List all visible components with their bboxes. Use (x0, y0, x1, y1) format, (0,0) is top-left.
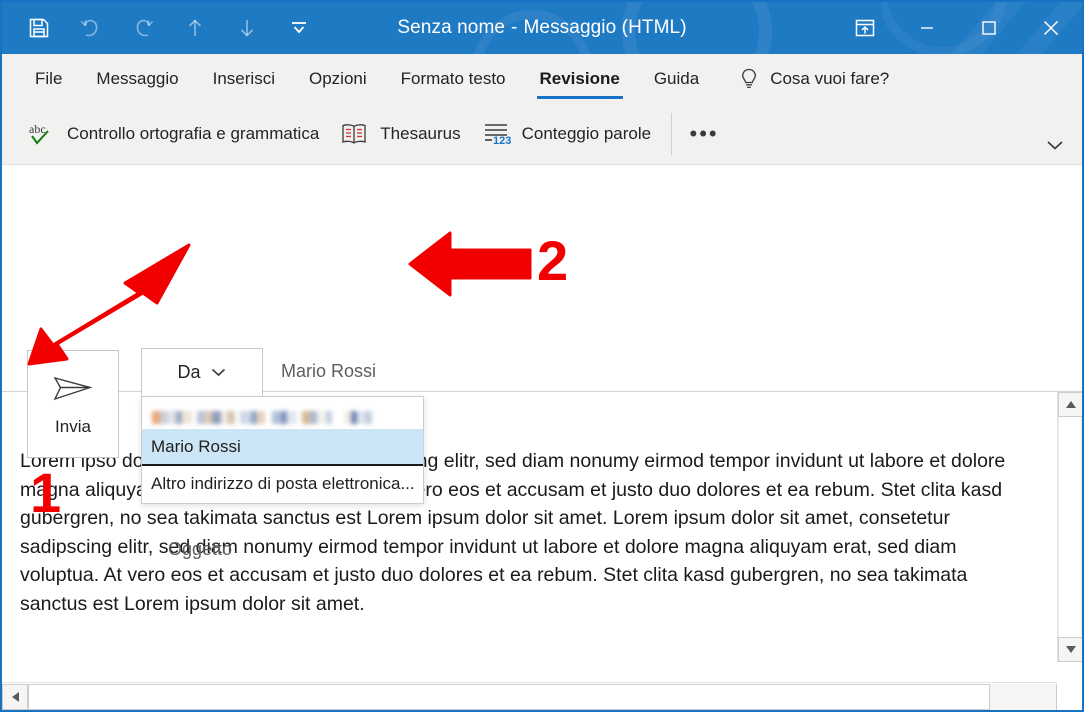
from-dropdown-other-label: Altro indirizzo di posta elettronica... (151, 473, 415, 493)
tab-guida-label: Guida (653, 68, 700, 88)
scroll-down-icon[interactable] (1058, 637, 1082, 662)
tab-formato-testo-label: Formato testo (400, 68, 506, 88)
title-watermark-circle (622, 2, 772, 54)
save-icon[interactable] (24, 12, 54, 44)
tab-inserisci-label: Inserisci (212, 68, 275, 88)
scrollbar-corner (1057, 682, 1082, 710)
tab-inserisci[interactable]: Inserisci (196, 54, 292, 103)
tab-revisione-label: Revisione (539, 68, 620, 88)
from-dropdown-item-redacted[interactable] (142, 397, 423, 429)
redacted-email-pixels (152, 411, 374, 424)
ribbon-collapse-icon[interactable] (1038, 132, 1072, 158)
send-button[interactable]: Invia (27, 350, 119, 458)
tab-formato-testo[interactable]: Formato testo (384, 54, 523, 103)
lightbulb-icon (738, 66, 760, 92)
ribbon-command-bar: abc Controllo ortografia e grammatica Th… (2, 103, 1082, 165)
horizontal-scrollbar[interactable] (2, 682, 1082, 710)
from-dropdown-menu: Mario Rossi Altro indirizzo di posta ele… (141, 396, 424, 504)
annotation-number-2: 2 (537, 229, 569, 292)
outlook-compose-window: Senza nome - Messaggio (HTML) File Messa… (0, 0, 1084, 712)
window-controls (834, 2, 1082, 54)
tab-file-label: File (35, 68, 63, 88)
ribbon-tab-strip: File Messaggio Inserisci Opzioni Formato… (2, 54, 1082, 103)
tab-opzioni-label: Opzioni (308, 68, 367, 88)
thesaurus-button[interactable]: Thesaurus (329, 111, 470, 157)
send-button-label: Invia (55, 416, 91, 436)
word-count-button[interactable]: 123 Conteggio parole (471, 111, 661, 157)
thesaurus-label: Thesaurus (380, 123, 461, 143)
title-bar: Senza nome - Messaggio (HTML) (2, 2, 1082, 54)
tab-guida[interactable]: Guida (637, 54, 716, 103)
vertical-scroll-track[interactable] (1058, 417, 1082, 637)
customize-qat-icon[interactable] (284, 12, 314, 44)
tab-file[interactable]: File (18, 54, 79, 103)
svg-text:abc: abc (29, 122, 46, 136)
spelling-grammar-label: Controllo ortografia e grammatica (67, 123, 320, 143)
spelling-check-icon: abc (26, 118, 56, 150)
title-watermark-circle-secondary (472, 10, 592, 54)
from-dropdown-item-label: Mario Rossi (151, 436, 241, 456)
tab-messaggio-label: Messaggio (96, 68, 179, 88)
scroll-left-icon[interactable] (2, 683, 28, 710)
from-dropdown-item-mario-rossi[interactable]: Mario Rossi (142, 429, 423, 464)
svg-text:123: 123 (493, 135, 511, 147)
word-count-label: Conteggio parole (521, 123, 652, 143)
vertical-scrollbar[interactable] (1057, 392, 1082, 662)
from-dropdown-item-other-address[interactable]: Altro indirizzo di posta elettronica... (142, 466, 423, 501)
close-icon[interactable] (1020, 2, 1082, 54)
next-item-icon[interactable] (232, 12, 262, 44)
window-title-document: Senza nome (397, 17, 506, 38)
ribbon-display-options-icon[interactable] (834, 2, 896, 54)
chevron-down-icon (210, 362, 227, 383)
minimize-icon[interactable] (896, 2, 958, 54)
from-button-label: Da (177, 361, 201, 382)
window-title-app: Messaggio (HTML) (523, 17, 687, 38)
subject-field-placeholder: Oggetto (168, 539, 233, 559)
from-field-value: Mario Rossi (281, 361, 377, 381)
tell-me-label: Cosa vuoi fare? (770, 68, 890, 88)
tab-messaggio[interactable]: Messaggio (79, 54, 195, 103)
word-count-icon: 123 (481, 118, 511, 150)
annotation-arrow-2 (408, 231, 532, 297)
send-icon (50, 372, 96, 411)
previous-item-icon[interactable] (180, 12, 210, 44)
spelling-grammar-button[interactable]: abc Controllo ortografia e grammatica (16, 111, 329, 157)
tab-opzioni[interactable]: Opzioni (292, 54, 384, 103)
redo-icon[interactable] (128, 12, 158, 44)
quick-access-toolbar (2, 2, 314, 54)
tab-revisione[interactable]: Revisione (523, 54, 637, 103)
undo-icon[interactable] (76, 12, 106, 44)
horizontal-scroll-track[interactable] (28, 683, 1056, 710)
horizontal-scroll-thumb[interactable] (28, 683, 990, 710)
tell-me-search[interactable]: Cosa vuoi fare? (738, 54, 889, 103)
ribbon-group-divider (671, 112, 673, 155)
ribbon-overflow-button[interactable]: ••• (682, 114, 726, 154)
compose-header: Invia Da Mario Rossi Oggetto Mario Rossi… (2, 165, 1082, 559)
scroll-up-icon[interactable] (1058, 392, 1082, 417)
maximize-icon[interactable] (958, 2, 1020, 54)
from-button[interactable]: Da (141, 348, 263, 396)
thesaurus-book-icon (339, 118, 369, 150)
window-title-separator: - (511, 17, 518, 38)
